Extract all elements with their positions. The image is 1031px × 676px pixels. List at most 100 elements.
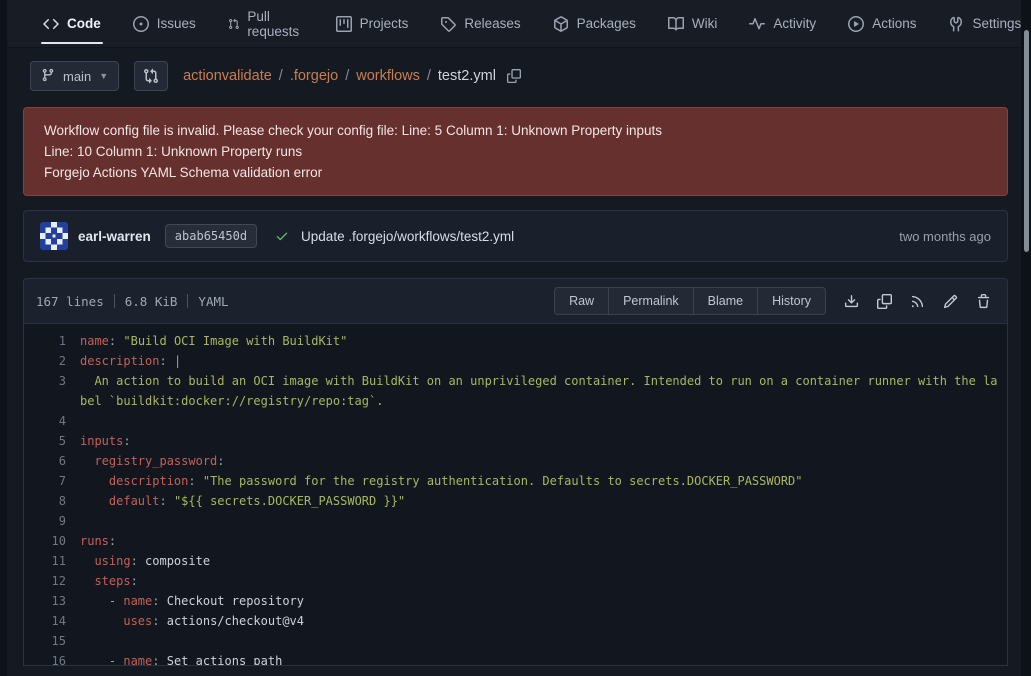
commit-message-link[interactable]: Update .forgejo/workflows/test2.yml <box>301 229 514 244</box>
tab-wiki[interactable]: Wiki <box>652 0 734 47</box>
code-line: 5inputs: <box>24 431 1007 451</box>
view-mode-buttons: RawPermalinkBlameHistory <box>554 287 826 315</box>
pencil-button[interactable] <box>939 290 962 313</box>
tab-issues[interactable]: Issues <box>117 0 212 47</box>
check-icon <box>275 229 289 243</box>
line-number[interactable]: 14 <box>24 611 80 631</box>
tab-actions[interactable]: Actions <box>832 0 932 47</box>
breadcrumb-separator: / <box>345 68 349 84</box>
tab-label: Packages <box>577 16 636 31</box>
trash-button[interactable] <box>972 290 995 313</box>
check-icon <box>275 229 289 243</box>
code-line: 1name: "Build OCI Image with BuildKit" <box>24 331 1007 351</box>
line-number[interactable]: 10 <box>24 531 80 551</box>
error-line: Workflow config file is invalid. Please … <box>44 120 987 141</box>
file-view-panel: 167 lines 6.8 KiB YAML RawPermalinkBlame… <box>23 278 1008 666</box>
error-line: Line: 10 Column 1: Unknown Property runs <box>44 141 987 162</box>
line-number[interactable]: 1 <box>24 331 80 351</box>
line-number[interactable]: 5 <box>24 431 80 451</box>
line-content: - name: Checkout repository <box>80 591 1007 611</box>
tab-label: Issues <box>157 16 196 31</box>
line-content <box>80 511 1007 531</box>
branch-selector-button[interactable]: main ▼ <box>30 61 119 91</box>
history-button[interactable]: History <box>758 287 826 315</box>
breadcrumb-segment-actionvalidate[interactable]: actionvalidate <box>183 68 272 84</box>
code-line: 11 using: composite <box>24 551 1007 571</box>
copy-icon <box>507 69 521 83</box>
line-number[interactable]: 4 <box>24 411 80 431</box>
tab-packages[interactable]: Packages <box>537 0 652 47</box>
rss-button[interactable] <box>906 290 929 313</box>
code-line: 14 uses: actions/checkout@v4 <box>24 611 1007 631</box>
tab-label: Pull requests <box>247 9 303 39</box>
branch-name: main <box>63 69 91 84</box>
line-content: steps: <box>80 571 1007 591</box>
line-content: uses: actions/checkout@v4 <box>80 611 1007 631</box>
code-line: 7 description: "The password for the reg… <box>24 471 1007 491</box>
copy-button[interactable] <box>873 290 896 313</box>
tab-code[interactable]: Code <box>27 0 117 47</box>
pencil-icon <box>943 294 958 309</box>
play-circle-icon <box>848 16 864 32</box>
tools-icon <box>948 16 964 32</box>
download-button[interactable] <box>840 290 863 313</box>
tab-activity[interactable]: Activity <box>733 0 832 47</box>
git-pull-request-icon <box>228 16 240 32</box>
line-content: default: "${{ secrets.DOCKER_PASSWORD }}… <box>80 491 1007 511</box>
copy-path-button[interactable] <box>507 69 521 83</box>
file-action-icons <box>840 290 995 313</box>
line-content: description: "The password for the regis… <box>80 471 1007 491</box>
project-board-icon <box>336 16 352 32</box>
code-line: 15 <box>24 631 1007 651</box>
code-line: 12 steps: <box>24 571 1007 591</box>
line-number[interactable]: 13 <box>24 591 80 611</box>
line-number[interactable]: 15 <box>24 631 80 651</box>
line-number[interactable]: 11 <box>24 551 80 571</box>
error-line: Forgejo Actions YAML Schema validation e… <box>44 162 987 183</box>
commit-author-link[interactable]: earl-warren <box>78 229 151 244</box>
breadcrumb-segment-workflows[interactable]: workflows <box>356 68 420 84</box>
line-number[interactable]: 16 <box>24 651 80 666</box>
code-line: 9 <box>24 511 1007 531</box>
line-content: runs: <box>80 531 1007 551</box>
blame-button[interactable]: Blame <box>694 287 758 315</box>
code-line: 2description: | <box>24 351 1007 371</box>
file-size: 6.8 KiB <box>125 294 178 309</box>
breadcrumb-segment--forgejo[interactable]: .forgejo <box>290 68 338 84</box>
file-line-count: 167 lines <box>36 294 104 309</box>
chevron-down-icon: ▼ <box>99 71 108 81</box>
commit-sha-link[interactable]: abab65450d <box>165 224 257 248</box>
line-content: inputs: <box>80 431 1007 451</box>
tab-releases[interactable]: Releases <box>424 0 536 47</box>
breadcrumb-separator: / <box>427 68 431 84</box>
line-number[interactable]: 3 <box>24 371 80 411</box>
tab-settings[interactable]: Settings <box>932 0 1031 47</box>
scrollbar-track[interactable] <box>1021 0 1031 676</box>
permalink-button[interactable]: Permalink <box>609 287 694 315</box>
line-number[interactable]: 6 <box>24 451 80 471</box>
tab-label: Code <box>67 16 101 31</box>
tab-projects[interactable]: Projects <box>320 0 425 47</box>
git-compare-icon <box>143 68 159 84</box>
code-line: 3 An action to build an OCI image with B… <box>24 371 1007 411</box>
git-branch-icon <box>41 68 55 82</box>
line-number[interactable]: 8 <box>24 491 80 511</box>
line-number[interactable]: 12 <box>24 571 80 591</box>
line-number[interactable]: 9 <box>24 511 80 531</box>
avatar[interactable] <box>40 222 68 250</box>
raw-button[interactable]: Raw <box>554 287 609 315</box>
tag-icon <box>440 16 456 32</box>
code-line: 13 - name: Checkout repository <box>24 591 1007 611</box>
tab-pull-requests[interactable]: Pull requests <box>212 0 320 47</box>
tab-label: Activity <box>773 16 816 31</box>
line-content <box>80 631 1007 651</box>
line-number[interactable]: 7 <box>24 471 80 491</box>
breadcrumb: actionvalidate/.forgejo/workflows/test2.… <box>183 68 521 84</box>
line-number[interactable]: 2 <box>24 351 80 371</box>
tab-label: Wiki <box>692 16 718 31</box>
line-content: An action to build an OCI image with Bui… <box>80 371 1007 411</box>
rss-icon <box>910 294 925 309</box>
code-line: 8 default: "${{ secrets.DOCKER_PASSWORD … <box>24 491 1007 511</box>
scrollbar-thumb[interactable] <box>1024 30 1029 252</box>
compare-branches-button[interactable] <box>134 61 168 91</box>
